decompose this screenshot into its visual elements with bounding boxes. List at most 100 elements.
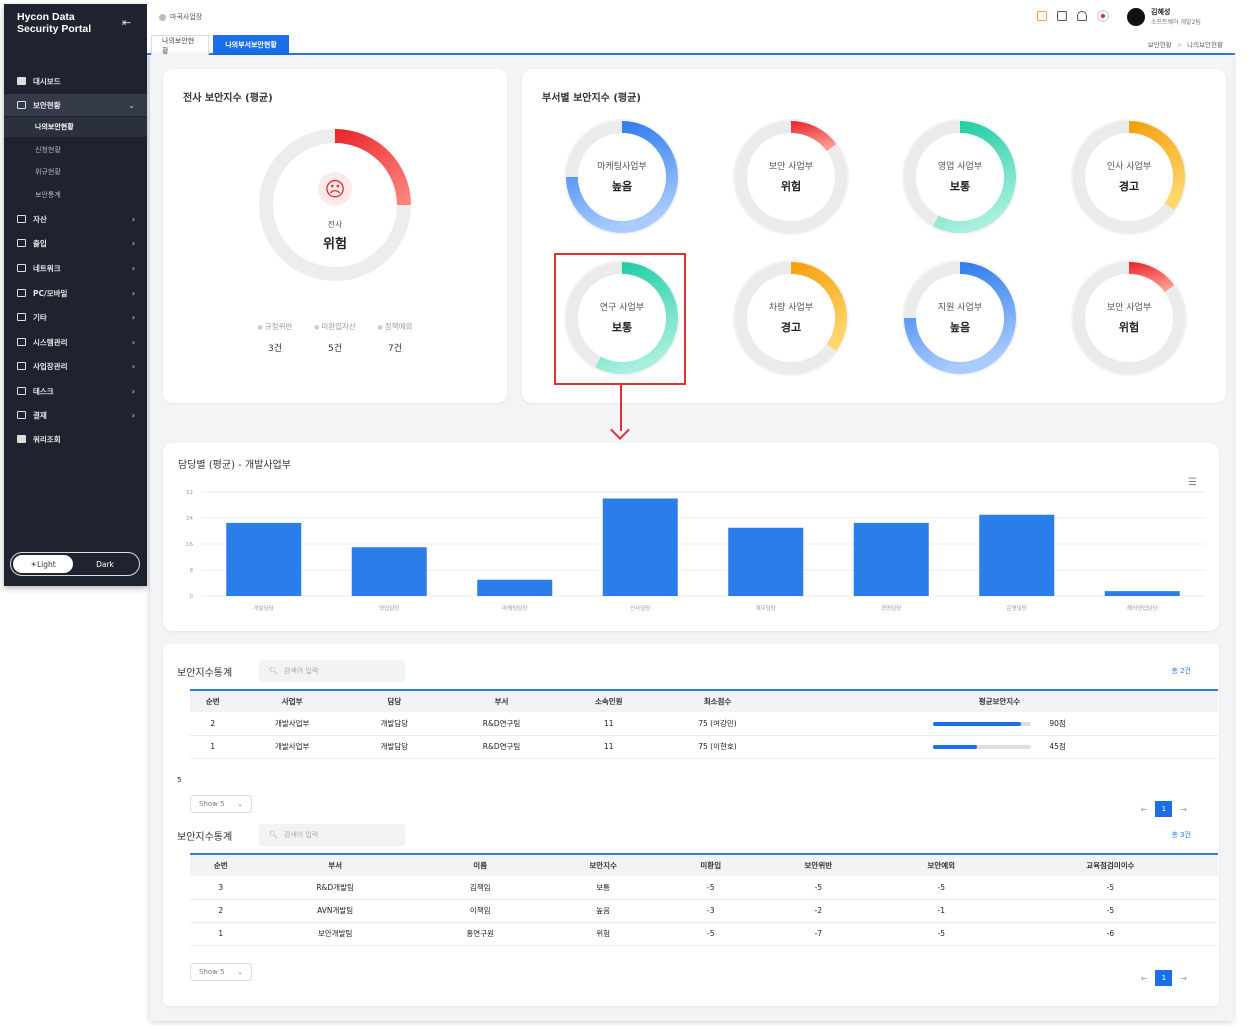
column-header[interactable]: 교육점검미이수: [1002, 853, 1218, 876]
sidebar-item-7[interactable]: 시스템관리 ›: [4, 331, 147, 353]
table-cell: 11: [563, 735, 655, 759]
sidebar-item-4[interactable]: 네트워크 ›: [4, 257, 147, 279]
page-number[interactable]: 1: [1155, 801, 1173, 817]
table2-total: 총 3건: [1171, 831, 1191, 839]
next-page-icon[interactable]: →: [1180, 805, 1187, 814]
table-cell: -6: [1002, 922, 1218, 946]
dept-donut[interactable]: 보안 사업부 위험: [1069, 258, 1189, 378]
table1-search-input[interactable]: 🔍︎ 검색어 입력: [259, 660, 405, 682]
theme-dark-option[interactable]: Dark: [73, 560, 137, 569]
sidebar-item-10[interactable]: 결재 ›: [4, 404, 147, 426]
sidebar-item-2[interactable]: 자산 ›: [4, 208, 147, 230]
theme-toggle[interactable]: ☀ Light Dark: [10, 552, 140, 576]
location[interactable]: 마곡사업장: [159, 12, 202, 22]
breadcrumb: 보안현황 > 나의보안현황: [1148, 39, 1223, 49]
column-header[interactable]: 평균보안지수: [780, 689, 1218, 712]
bar[interactable]: [477, 579, 553, 596]
sidebar-item-label: 사업장관리: [33, 361, 68, 371]
monitor-icon[interactable]: [1037, 11, 1047, 21]
next-page-icon[interactable]: →: [1180, 974, 1187, 983]
alarm-icon[interactable]: [1057, 11, 1067, 21]
bar[interactable]: [853, 522, 929, 596]
table-row[interactable]: 2 AVN개발팀 이책임 높음 -3 -2 -1 -5: [190, 899, 1218, 923]
sidebar-item-1[interactable]: 보안현황 ⌄: [4, 94, 147, 116]
table2-show-select[interactable]: Show 5 ⌄: [190, 963, 252, 981]
theme-light-option[interactable]: ☀ Light: [13, 555, 73, 573]
sidebar-item-11[interactable]: 쿼리조회: [4, 428, 147, 450]
bar[interactable]: [979, 514, 1055, 596]
column-header[interactable]: 사업부: [235, 689, 349, 712]
sidebar-subitem-3[interactable]: 보안통계: [4, 185, 147, 205]
table2-search-input[interactable]: 🔍︎ 검색어 입력: [259, 824, 405, 846]
bar[interactable]: [351, 547, 427, 596]
company-stat: 규정위반 3건: [245, 321, 305, 354]
column-header[interactable]: 순번: [190, 689, 236, 712]
sidebar-item-9[interactable]: 데스크 ›: [4, 380, 147, 402]
column-header[interactable]: 이름: [418, 853, 542, 876]
search-icon: 🔍︎: [269, 831, 278, 839]
menu-icon: [17, 362, 26, 370]
y-tick-label: 16: [186, 542, 193, 548]
table-cell: 1: [190, 735, 236, 759]
x-tick-label: 마케팅담당: [502, 604, 527, 612]
chevron-right-icon: ›: [131, 288, 135, 298]
score-bar-fill: [932, 745, 978, 749]
sidebar-subitem-0[interactable]: 나의보안현황: [4, 117, 147, 137]
column-header[interactable]: 보안예외: [879, 853, 1003, 876]
table-row[interactable]: 3 R&D개발팀 김책임 보통 -5 -5 -5 -5: [190, 876, 1218, 900]
column-header[interactable]: 부서: [251, 853, 419, 876]
column-header[interactable]: 소속인원: [563, 689, 655, 712]
column-header[interactable]: 보안위반: [756, 853, 880, 876]
table-cell: -5: [664, 922, 757, 946]
column-header[interactable]: 미환입: [664, 853, 757, 876]
prev-page-icon[interactable]: ←: [1141, 805, 1148, 814]
page-number[interactable]: 1: [1155, 970, 1173, 986]
bar[interactable]: [1104, 591, 1180, 596]
column-header[interactable]: 부서: [439, 689, 564, 712]
dept-donut[interactable]: 보안 사업부 위험: [731, 117, 851, 237]
user-profile[interactable]: 김혜성 소프트웨어 개발2팀: [1127, 7, 1201, 26]
breadcrumb-parent[interactable]: 보안현황: [1148, 41, 1172, 49]
bar[interactable]: [602, 498, 678, 597]
column-header[interactable]: 최소점수: [654, 689, 781, 712]
table-row[interactable]: 1 개발사업부 개발담당 R&D연구팀 11 75 (이현호) 45점: [190, 735, 1218, 759]
table-row[interactable]: 2 개발사업부 개발담당 R&D연구팀 11 75 (여강민) 90점: [190, 712, 1218, 736]
dept-donut[interactable]: 영업 사업부 보통: [900, 117, 1020, 237]
company-stats: 규정위반 3건 미환입자산 5건 정책예외 7건: [245, 321, 425, 354]
dept-donut[interactable]: 지원 사업부 높음: [900, 258, 1020, 378]
collapse-sidebar-icon[interactable]: ⇤: [122, 16, 131, 29]
bar[interactable]: [728, 527, 804, 596]
sidebar-item-8[interactable]: 사업장관리 ›: [4, 355, 147, 377]
sidebar-item-0[interactable]: 대시보드: [4, 70, 147, 92]
tab-my-security[interactable]: 나의보안현황: [151, 35, 209, 55]
menu-icon: [17, 239, 26, 247]
dept-donut[interactable]: 인사 사업부 경고: [1069, 117, 1189, 237]
table-cell: 3: [190, 876, 252, 900]
prev-page-icon[interactable]: ←: [1141, 974, 1148, 983]
chevron-right-icon: ›: [131, 263, 135, 273]
sidebar-item-3[interactable]: 출입 ›: [4, 232, 147, 254]
bar-chart-card: 담당별 (평균) - 개발사업부 ☰ 0 8 16 24 32 개발담당 영업담당 마케팅담당…: [163, 443, 1219, 631]
dept-status: 보통: [949, 180, 971, 193]
sidebar-subitem-1[interactable]: 신청현황: [4, 140, 147, 160]
column-header[interactable]: 보안지수: [541, 853, 665, 876]
column-header[interactable]: 담당: [348, 689, 440, 712]
location-icon: [159, 13, 166, 21]
table1-show-select[interactable]: Show 5 ⌄: [190, 795, 252, 813]
chevron-right-icon: ›: [131, 312, 135, 322]
sidebar-item-6[interactable]: 기타 ›: [4, 306, 147, 328]
dept-donut[interactable]: 차량 사업부 경고: [731, 258, 851, 378]
bell-icon[interactable]: [1077, 11, 1087, 21]
column-header[interactable]: 순번: [190, 853, 252, 876]
table2-title: 보안지수통계: [177, 832, 233, 843]
korea-flag-icon[interactable]: [1097, 10, 1109, 22]
table-cell: -5: [879, 922, 1003, 946]
sidebar-subitem-2[interactable]: 위규현황: [4, 162, 147, 182]
bar-chart: 0 8 16 24 32 개발담당 영업담당 마케팅담당 인사담당 재무담당 경영담당 운영담당 해외영…: [186, 490, 1205, 612]
dept-donut[interactable]: 마케팅사업부 높음: [562, 117, 682, 237]
sidebar-item-label: 결재: [33, 410, 47, 420]
bar[interactable]: [226, 522, 302, 596]
table-row[interactable]: 1 보안개발팀 홍연구원 위험 -5 -7 -5 -6: [190, 922, 1218, 946]
sidebar-item-5[interactable]: PC/모바일 ›: [4, 282, 147, 304]
tab-dept-security[interactable]: 나의부서보안현황: [213, 35, 289, 55]
